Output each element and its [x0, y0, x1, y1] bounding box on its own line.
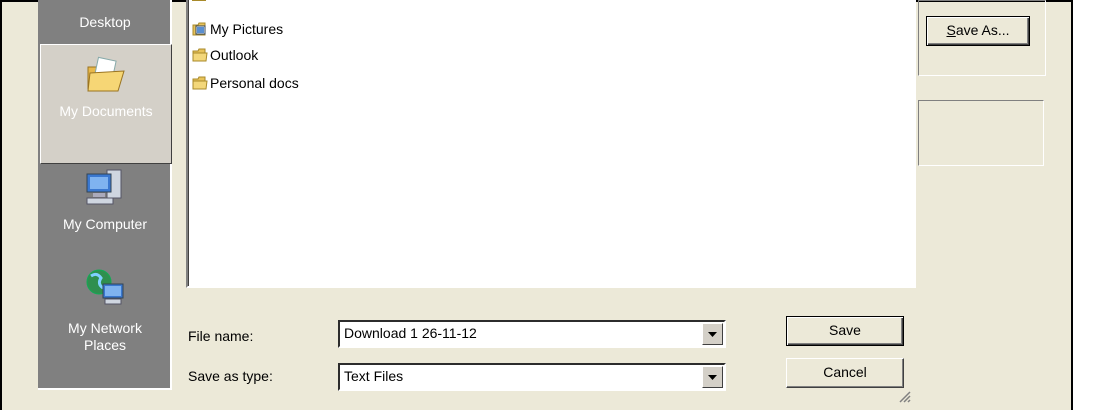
chevron-down-icon — [708, 331, 717, 337]
file-name-combobox[interactable]: Download 1 26-11-12 — [338, 320, 726, 348]
file-item-outlook[interactable]: Outlook — [192, 46, 258, 64]
my-computer-icon — [86, 169, 122, 205]
file-name-value: Download 1 26-11-12 — [344, 325, 477, 341]
place-my-network-label-line2: Places — [83, 337, 127, 353]
file-item-personal-docs[interactable]: Personal docs — [192, 74, 299, 92]
file-item-label: Personal docs — [210, 75, 299, 91]
folder-icon — [192, 48, 208, 62]
place-my-documents-label: My Documents — [59, 103, 153, 119]
save-as-type-value: Text Files — [344, 368, 404, 384]
save-button[interactable]: Save — [786, 316, 904, 346]
place-desktop[interactable]: Desktop — [40, 0, 170, 40]
place-my-network-places[interactable]: My Network Places — [40, 262, 170, 372]
file-list[interactable]: My Pictures Outlook Personal docs — [186, 0, 916, 288]
pictures-folder-icon — [192, 22, 206, 36]
file-item-label: My Pictures — [210, 21, 284, 37]
chevron-down-icon — [708, 374, 717, 380]
save-as-label: ave As... — [955, 22, 1010, 38]
cancel-button[interactable]: Cancel — [786, 358, 904, 388]
folder-icon — [192, 76, 208, 90]
file-item-my-pictures[interactable]: My Pictures — [192, 20, 283, 38]
places-bar: Desktop My Documents My Computer My Netw… — [38, 0, 172, 390]
place-my-documents[interactable]: My Documents — [40, 44, 172, 164]
file-item-label: Outlook — [210, 47, 259, 63]
file-name-label: File name: — [188, 328, 254, 344]
save-as-mnemonic: S — [946, 22, 956, 38]
place-my-computer[interactable]: My Computer — [40, 164, 170, 254]
my-documents-folder-icon — [87, 56, 125, 92]
place-desktop-label: Desktop — [79, 14, 131, 30]
save-as-type-combobox[interactable]: Text Files — [338, 363, 726, 391]
file-name-dropdown-button[interactable] — [702, 323, 723, 345]
place-my-network-label-line1: My Network — [68, 320, 142, 336]
my-network-places-icon — [86, 269, 124, 305]
save-as-type-label: Save as type: — [188, 368, 273, 384]
partial-folder-icon — [192, 0, 206, 1]
place-my-computer-label: My Computer — [62, 216, 148, 232]
save-as-button[interactable]: Save As... — [926, 16, 1030, 46]
right-panel-bottom — [918, 100, 1044, 166]
save-as-type-dropdown-button[interactable] — [702, 366, 723, 388]
size-grip-icon[interactable] — [896, 388, 912, 404]
